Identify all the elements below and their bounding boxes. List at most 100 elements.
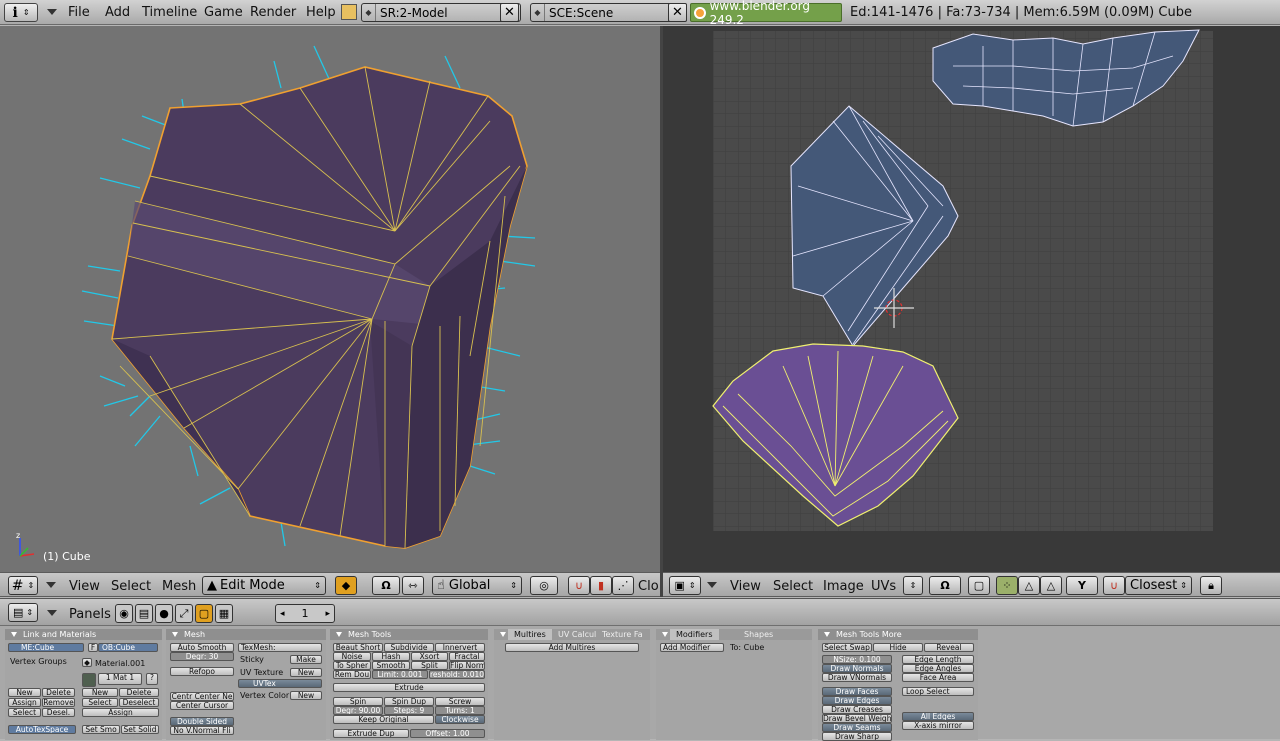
all-edges-toggle[interactable]: All Edges bbox=[902, 712, 974, 721]
material-help-button[interactable]: ? bbox=[146, 673, 158, 685]
to-sphere-button[interactable]: To Spher bbox=[333, 661, 371, 670]
editing-context-icon[interactable]: ▢ bbox=[195, 604, 213, 623]
split-button[interactable]: Split bbox=[411, 661, 448, 670]
reveal-button[interactable]: Reveal bbox=[924, 643, 974, 652]
innervert-button[interactable]: Innervert bbox=[435, 643, 485, 652]
uvtex-layer-field[interactable]: UVTex bbox=[238, 679, 322, 688]
vg-remove-button[interactable]: Remove bbox=[42, 698, 75, 707]
editor-type-3d-button[interactable]: # ⇕ bbox=[8, 576, 38, 595]
fake-user-toggle[interactable]: F bbox=[88, 643, 98, 652]
draw-creases-toggle[interactable]: Draw Creases bbox=[822, 705, 892, 714]
editor-type-buttons-button[interactable]: ▤ ⇕ bbox=[8, 603, 38, 622]
spin-degree-field[interactable]: Degr: 90.00 bbox=[333, 706, 383, 715]
menu-uv-view[interactable]: View bbox=[730, 579, 761, 594]
orientation-selector[interactable]: ☝ Global ⇕ bbox=[432, 576, 522, 595]
threshold-field[interactable]: reshold: 0.010 bbox=[429, 670, 485, 679]
vg-deselect-button[interactable]: Desel. bbox=[42, 708, 75, 717]
draw-sharp-toggle[interactable]: Draw Sharp bbox=[822, 732, 892, 741]
add-multires-button[interactable]: Add Multires bbox=[505, 643, 639, 652]
smooth-button[interactable]: Smooth bbox=[372, 661, 410, 670]
tab-modifiers[interactable]: Modifiers bbox=[670, 629, 719, 640]
material-color-swatch[interactable] bbox=[82, 673, 96, 687]
screen-delete-button[interactable]: ✕ bbox=[500, 3, 519, 22]
editor-type-uv-button[interactable]: ▣ ⇕ bbox=[669, 576, 701, 595]
panel-title[interactable]: Mesh Tools bbox=[330, 629, 488, 640]
center-cursor-button[interactable]: Center Cursor bbox=[170, 701, 234, 710]
spin-button[interactable]: Spin bbox=[333, 697, 383, 706]
remove-doubles-button[interactable]: Rem Dou bbox=[333, 670, 371, 679]
mat-deselect-button[interactable]: Deselect bbox=[119, 698, 159, 707]
menu-image[interactable]: Image bbox=[823, 579, 864, 594]
proportional-edit-button[interactable]: ◎ bbox=[530, 576, 558, 595]
draw-faces-toggle[interactable]: Draw Faces bbox=[822, 687, 892, 696]
panel-title[interactable]: Link and Materials bbox=[5, 629, 162, 640]
fractal-button[interactable]: Fractal bbox=[449, 652, 485, 661]
draw-bevel-weights-toggle[interactable]: Draw Bevel Weigh bbox=[822, 714, 892, 723]
collapse-menu-icon[interactable] bbox=[47, 9, 57, 15]
beauty-short-toggle[interactable]: Beaut Short bbox=[333, 643, 383, 652]
uv-pivot-button[interactable]: Ω bbox=[929, 576, 961, 595]
vertex-select-button[interactable]: ⁘ bbox=[996, 576, 1018, 595]
select-swap-button[interactable]: Select Swap bbox=[822, 643, 872, 652]
vg-select-button[interactable]: Select bbox=[8, 708, 41, 717]
draw-seams-toggle[interactable]: Draw Seams bbox=[822, 723, 892, 732]
screw-button[interactable]: Screw bbox=[435, 697, 485, 706]
mat-select-button[interactable]: Select bbox=[82, 698, 118, 707]
vg-assign-button[interactable]: Assign bbox=[8, 698, 41, 707]
face-area-toggle[interactable]: Face Area bbox=[902, 673, 974, 682]
editor-type-button[interactable]: i ⇕ bbox=[4, 3, 38, 22]
blender-website-link[interactable]: www.blender.org 249.2 bbox=[690, 0, 842, 27]
tab-shapes[interactable]: Shapes bbox=[738, 629, 779, 640]
screen-name[interactable]: SR:2-Model bbox=[376, 6, 520, 20]
tab-texture-face[interactable]: Texture Fa bbox=[596, 629, 649, 640]
menu-help[interactable]: Help bbox=[306, 5, 336, 20]
center-new-button[interactable]: Centr Center Ne bbox=[170, 692, 234, 701]
menu-select[interactable]: Select bbox=[111, 579, 151, 594]
draw-vnormals-toggle[interactable]: Draw VNormals bbox=[822, 673, 892, 682]
stitch-button[interactable]: Y bbox=[1066, 576, 1098, 595]
material-browse-button[interactable]: ◆ bbox=[82, 658, 92, 667]
vertex-color-new-button[interactable]: New bbox=[290, 691, 322, 700]
object-name-field[interactable]: OB:Cube bbox=[98, 643, 158, 652]
mat-assign-button[interactable]: Assign bbox=[82, 708, 159, 717]
hash-button[interactable]: Hash bbox=[372, 652, 410, 661]
edge-length-toggle[interactable]: Edge Length bbox=[902, 655, 974, 664]
sticky-mode-button[interactable]: ▢ bbox=[968, 576, 990, 595]
mesh-datablock-field[interactable]: ME:Cube bbox=[8, 643, 84, 652]
scene-delete-button[interactable]: ✕ bbox=[668, 3, 687, 22]
draw-edges-toggle[interactable]: Draw Edges bbox=[822, 696, 892, 705]
menu-mesh[interactable]: Mesh bbox=[162, 579, 196, 594]
draw-normals-toggle[interactable]: Draw Normals bbox=[822, 664, 892, 673]
scene-context-icon[interactable]: ▦ bbox=[215, 604, 233, 623]
snap-button[interactable]: ⋰ bbox=[612, 576, 634, 595]
scene-selector[interactable]: ◆ SCE:Scene bbox=[530, 3, 687, 22]
material-slot-field[interactable]: 1 Mat 1 bbox=[98, 673, 142, 685]
subdivide-button[interactable]: Subdivide bbox=[384, 643, 434, 652]
header-collapse-icon[interactable] bbox=[47, 610, 57, 616]
sync-select-button[interactable]: ⇕ bbox=[903, 576, 923, 595]
mode-selector[interactable]: ▲ Edit Mode ⇕ bbox=[202, 576, 326, 595]
panel-title[interactable]: Mesh Tools More bbox=[818, 629, 978, 640]
menu-timeline[interactable]: Timeline bbox=[142, 5, 197, 20]
add-modifier-menu[interactable]: Add Modifier bbox=[660, 643, 724, 652]
turns-field[interactable]: Turns: 1 bbox=[435, 706, 485, 715]
tab-uv-calculation[interactable]: UV Calcul bbox=[552, 629, 602, 640]
menu-add[interactable]: Add bbox=[105, 5, 130, 20]
menu-game[interactable]: Game bbox=[204, 5, 243, 20]
limit-field[interactable]: Limit: 0.001 bbox=[372, 670, 428, 679]
flip-normals-button[interactable]: Flip Norm bbox=[449, 661, 485, 670]
clipped-label[interactable]: Clo bbox=[638, 579, 659, 594]
menu-uv-select[interactable]: Select bbox=[773, 579, 813, 594]
scene-browse-icon[interactable]: ◆ bbox=[531, 4, 545, 21]
scene-name[interactable]: SCE:Scene bbox=[545, 6, 686, 20]
menu-uvs[interactable]: UVs bbox=[871, 579, 896, 594]
snap-target-selector[interactable]: Closest ⇕ bbox=[1125, 576, 1192, 595]
offset-field[interactable]: Offset: 1.00 bbox=[410, 729, 485, 738]
vg-new-button[interactable]: New bbox=[8, 688, 41, 697]
mat-delete-button[interactable]: Delete bbox=[119, 688, 159, 697]
set-smooth-button[interactable]: Set Smo bbox=[82, 725, 120, 734]
logic-context-icon[interactable]: ◉ bbox=[115, 604, 133, 623]
header-collapse-icon[interactable] bbox=[707, 582, 717, 588]
clockwise-toggle[interactable]: Clockwise bbox=[435, 715, 485, 724]
tab-multires[interactable]: Multires bbox=[508, 629, 552, 640]
